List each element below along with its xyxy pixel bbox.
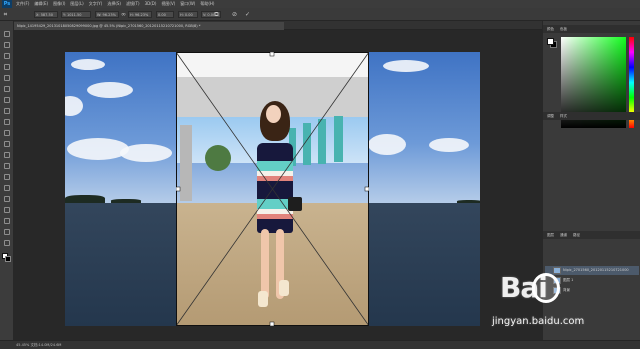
menu-select[interactable]: 选择(S) [107,0,121,8]
tab-paths[interactable]: 路径 [573,231,580,239]
height-field[interactable]: H: 96.23% [128,11,152,18]
dodge-tool-icon[interactable] [4,174,10,180]
transform-handle-right [364,186,369,192]
angle-field[interactable]: 0.00 [156,11,174,18]
photoshop-logo: Ps [2,0,12,8]
width-field[interactable]: W: 96.23% [95,11,119,18]
h-skew-field[interactable]: H: 0.00 [178,11,198,18]
document-tab[interactable]: Nipic_14195429_20131018050829099000.jpg … [14,22,284,30]
layers-panel-header: 图层 通道 路径 [543,231,640,239]
background-color-swatch[interactable] [5,256,11,262]
menu-bar: Ps 文件(F) 编辑(E) 图像(I) 图层(L) 文字(Y) 选择(S) 滤… [0,0,640,8]
panel-foreground-swatch[interactable] [547,38,554,45]
marquee-tool-icon[interactable] [4,42,10,48]
tab-color[interactable]: 颜色 [547,25,554,33]
menu-items: 文件(F) 编辑(E) 图像(I) 图层(L) 文字(Y) 选择(S) 滤镜(T… [16,0,214,8]
watermark-url: jingyan.baidu.com [492,316,585,327]
warp-icon[interactable]: ⧉ [213,11,220,18]
shape-tool-icon[interactable] [4,218,10,224]
baidu-paw-icon [532,273,560,303]
healing-tool-icon[interactable] [4,97,10,103]
y-field[interactable]: Y: 1011.50 [61,11,91,18]
menu-edit[interactable]: 编辑(E) [34,0,48,8]
transform-icon[interactable]: ⌗ [2,11,9,18]
menu-layer[interactable]: 图层(L) [70,0,83,8]
tab-styles[interactable]: 样式 [560,112,567,120]
type-tool-icon[interactable] [4,196,10,202]
hand-tool-icon[interactable] [4,229,10,235]
lasso-tool-icon[interactable] [4,53,10,59]
tab-adjustments[interactable]: 调整 [547,112,554,120]
crop-tool-icon[interactable] [4,75,10,81]
brush-tool-icon[interactable] [4,108,10,114]
eyedropper-tool-icon[interactable] [4,86,10,92]
gradient-tool-icon[interactable] [4,152,10,158]
menu-type[interactable]: 文字(Y) [89,0,103,8]
eraser-tool-icon[interactable] [4,141,10,147]
transform-handle-left [176,186,181,192]
stamp-tool-icon[interactable] [4,119,10,125]
transform-bounding-box[interactable] [176,52,369,326]
move-tool-icon[interactable] [4,31,10,37]
quick-select-tool-icon[interactable] [4,64,10,70]
transform-handle-bottom [269,321,275,326]
commit-icon[interactable]: ✓ [244,11,251,18]
menu-filter[interactable]: 滤镜(T) [126,0,140,8]
link-icon[interactable]: ∞ [120,11,127,18]
zoom-tool-icon[interactable] [4,240,10,246]
menu-3d[interactable]: 3D(D) [145,0,157,8]
tab-layers[interactable]: 图层 [547,231,554,239]
tab-swatches[interactable]: 色板 [560,25,567,33]
history-brush-tool-icon[interactable] [4,130,10,136]
cancel-icon[interactable]: ⊘ [231,11,238,18]
tools-panel [0,21,14,340]
document-tab-bar: Nipic_14195429_20131018050829099000.jpg … [14,21,542,30]
menu-window[interactable]: 窗口(W) [180,0,195,8]
blur-tool-icon[interactable] [4,163,10,169]
pen-tool-icon[interactable] [4,185,10,191]
menu-view[interactable]: 视图(V) [161,0,175,8]
path-select-tool-icon[interactable] [4,207,10,213]
menu-image[interactable]: 图像(I) [53,0,65,8]
x-field[interactable]: X: 587.50 [34,11,58,18]
menu-help[interactable]: 帮助(H) [200,0,214,8]
adjustments-panel-header: 调整 样式 [543,112,640,120]
baidu-watermark: Bai jingyan.baidu.com [490,268,640,344]
color-panel-header: 颜色 色板 [543,25,640,33]
menu-file[interactable]: 文件(F) [16,0,29,8]
options-bar: ⌗ X: 587.50 Y: 1011.50 W: 96.23% ∞ H: 96… [0,8,640,21]
transform-handle-top [269,52,275,57]
tab-channels[interactable]: 通道 [560,231,567,239]
